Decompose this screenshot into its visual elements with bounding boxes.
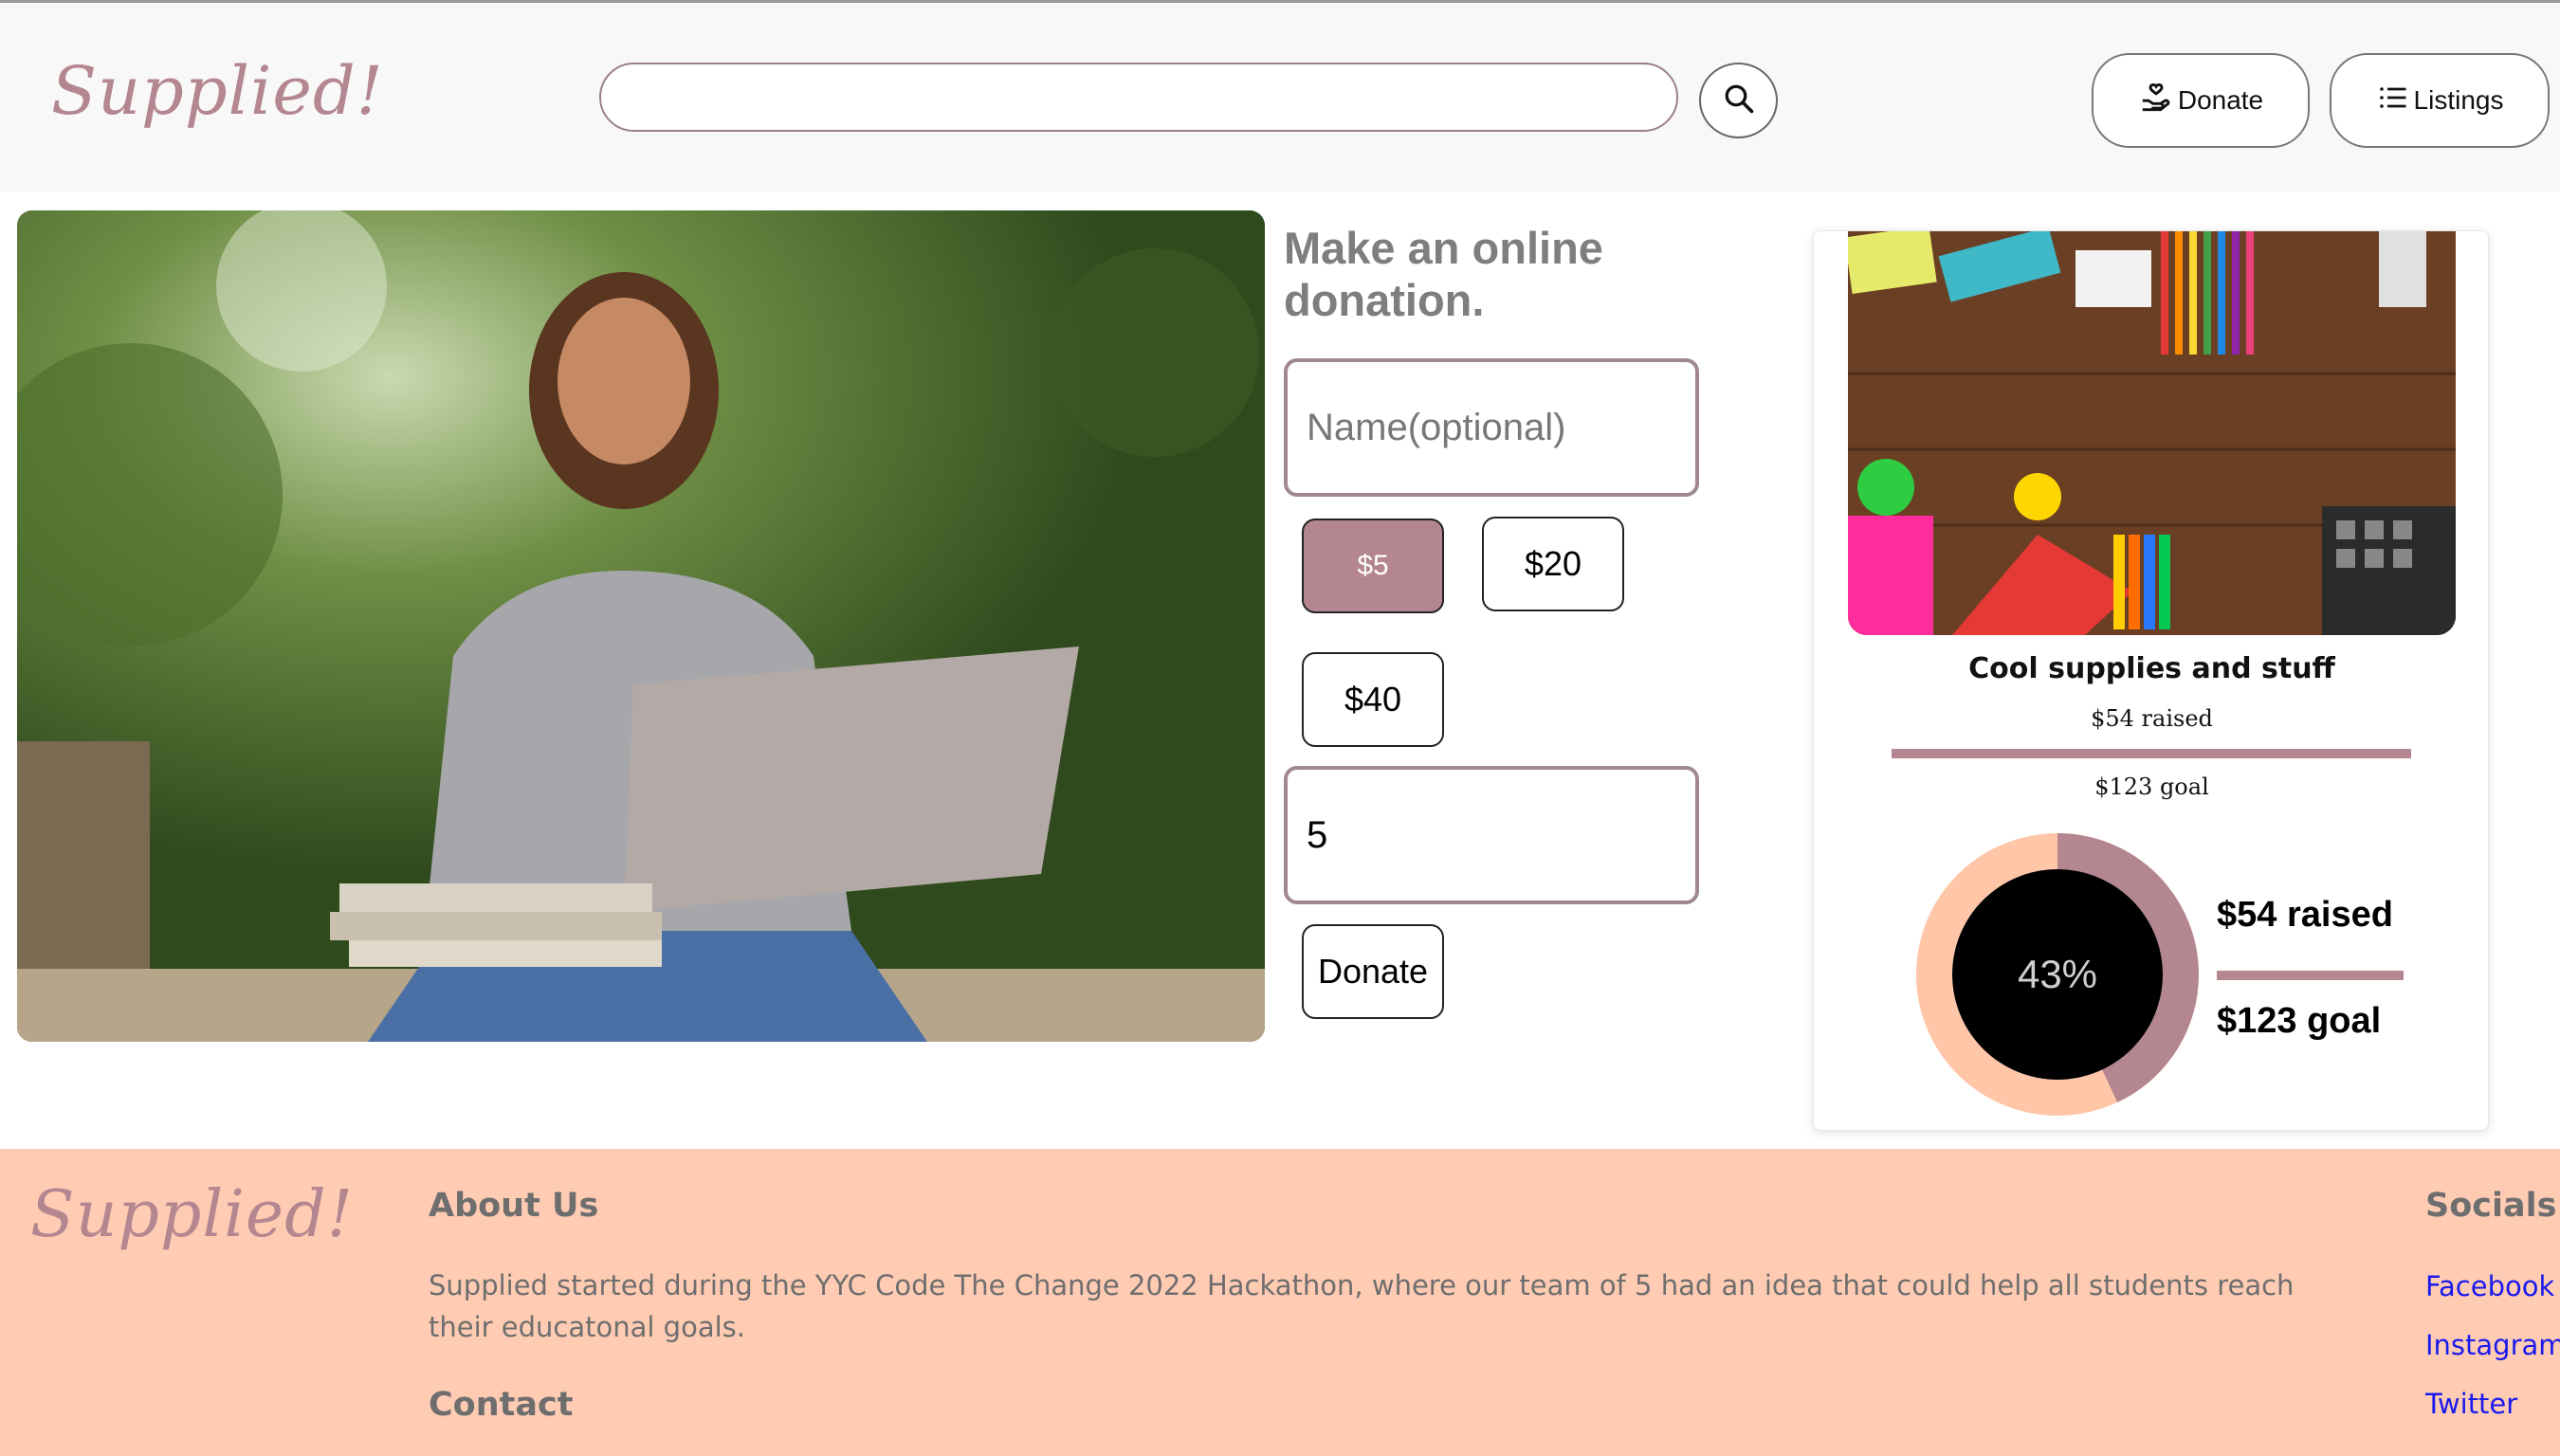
- donate-nav-label: Donate: [2177, 85, 2264, 115]
- twitter-link[interactable]: Twitter: [2425, 1388, 2517, 1420]
- stat-divider: [2217, 971, 2404, 980]
- donate-submit-button[interactable]: Donate: [1302, 924, 1444, 1019]
- footer-logo: Supplied!: [30, 1177, 355, 1252]
- amount-input[interactable]: [1284, 766, 1699, 904]
- stat-goal: $123 goal: [2217, 1001, 2382, 1041]
- listings-nav-button[interactable]: Listings: [2330, 53, 2550, 148]
- progress-donut: 43%: [1914, 831, 2201, 1118]
- search-input[interactable]: [599, 63, 1678, 132]
- socials-heading: Socials: [2425, 1187, 2557, 1225]
- donation-form-title: Make an online donation.: [1284, 223, 1603, 325]
- amount-5-button[interactable]: $5: [1302, 519, 1444, 613]
- campaign-title: Cool supplies and stuff: [1968, 652, 2335, 685]
- name-input[interactable]: [1284, 358, 1699, 497]
- logo[interactable]: Supplied!: [51, 52, 384, 130]
- campaign-card[interactable]: Cool supplies and stuff $54 raised $123 …: [1813, 230, 2489, 1131]
- contact-heading: Contact: [429, 1386, 574, 1424]
- donate-nav-button[interactable]: Donate: [2092, 53, 2310, 148]
- facebook-link[interactable]: Facebook: [2425, 1270, 2554, 1302]
- donut-percent: 43%: [2017, 952, 2098, 996]
- about-text: Supplied started during the YYC Code The…: [429, 1269, 2295, 1343]
- campaign-image: [1848, 231, 2456, 635]
- campaign-goal: $123 goal: [2094, 774, 2209, 800]
- hero-image: [17, 210, 1265, 1042]
- campaign-raised: $54 raised: [2091, 705, 2213, 732]
- stat-raised: $54 raised: [2217, 895, 2393, 935]
- about-heading: About Us: [429, 1187, 599, 1225]
- instagram-link[interactable]: Instagram: [2425, 1329, 2560, 1361]
- footer: Supplied! About Us Supplied started duri…: [0, 1149, 2560, 1456]
- campaign-progress-bar: [1892, 749, 2411, 758]
- header: Supplied! Donate Listings: [0, 0, 2560, 191]
- amount-40-button[interactable]: $40: [1302, 652, 1444, 747]
- campaign-progress-fill: [1892, 749, 2411, 758]
- search-button[interactable]: [1699, 63, 1778, 138]
- search-icon: [1722, 82, 1756, 119]
- list-icon: [2376, 81, 2410, 121]
- amount-20-button[interactable]: $20: [1482, 517, 1624, 611]
- hand-heart-icon: [2138, 80, 2174, 122]
- listings-nav-label: Listings: [2413, 85, 2504, 115]
